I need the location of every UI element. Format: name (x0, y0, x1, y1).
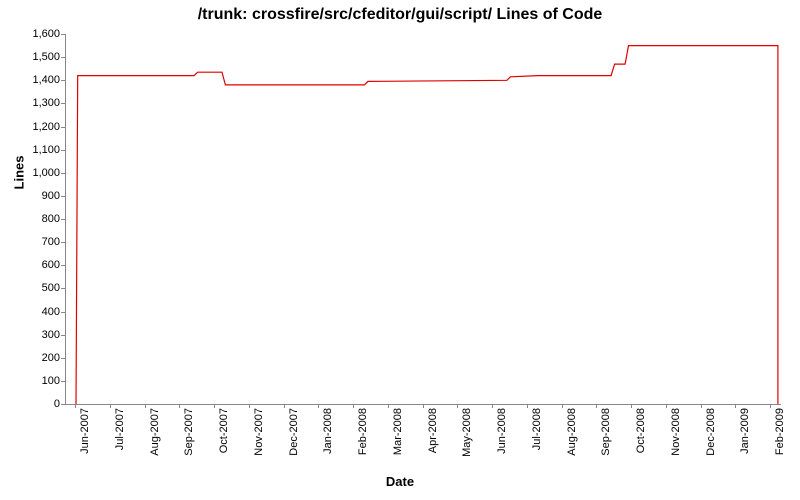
y-tick-label: 1,300 (5, 97, 60, 109)
y-tick-label: 1,200 (5, 121, 60, 133)
y-tick-label: 200 (5, 352, 60, 364)
x-tick-label: Apr-2008 (427, 408, 439, 453)
x-tick-label: Aug-2007 (149, 408, 161, 456)
y-tick-label: 300 (5, 329, 60, 341)
chart-title: /trunk: crossfire/src/cfeditor/gui/scrip… (0, 6, 800, 24)
x-tick-label: Mar-2008 (392, 408, 404, 455)
x-tick-label: Feb-2009 (774, 408, 786, 455)
plot-area (65, 34, 781, 405)
x-tick-label: Nov-2007 (253, 408, 265, 456)
y-tick-label: 600 (5, 259, 60, 271)
x-tick-label: Oct-2008 (635, 408, 647, 453)
y-tick-label: 500 (5, 282, 60, 294)
y-tick-label: 0 (5, 398, 60, 410)
y-tick-label: 1,500 (5, 51, 60, 63)
x-axis-label: Date (0, 474, 800, 489)
x-tick-label: Jul-2008 (531, 408, 543, 450)
x-tick-label: Sep-2007 (183, 408, 195, 456)
x-tick-label: Jun-2008 (496, 408, 508, 454)
x-tick-label: May-2008 (461, 408, 473, 457)
y-tick-label: 1,600 (5, 28, 60, 40)
y-tick-label: 400 (5, 306, 60, 318)
x-tick-label: Jul-2007 (114, 408, 126, 450)
line-series (66, 34, 781, 404)
x-tick-label: Dec-2007 (288, 408, 300, 456)
chart-container: /trunk: crossfire/src/cfeditor/gui/scrip… (0, 0, 800, 500)
x-tick-label: Jan-2009 (739, 408, 751, 454)
y-tick-label: 1,000 (5, 167, 60, 179)
x-tick-label: Jun-2007 (79, 408, 91, 454)
x-tick-label: Dec-2008 (705, 408, 717, 456)
y-tick-label: 1,100 (5, 144, 60, 156)
y-tick-label: 100 (5, 375, 60, 387)
x-tick-label: Aug-2008 (566, 408, 578, 456)
x-tick-label: Sep-2008 (600, 408, 612, 456)
x-tick-label: Feb-2008 (357, 408, 369, 455)
y-tick-label: 900 (5, 190, 60, 202)
x-tick-label: Jan-2008 (322, 408, 334, 454)
y-tick-label: 800 (5, 213, 60, 225)
x-tick-label: Oct-2007 (218, 408, 230, 453)
y-tick-label: 1,400 (5, 74, 60, 86)
y-tick-label: 700 (5, 236, 60, 248)
x-tick-label: Nov-2008 (670, 408, 682, 456)
